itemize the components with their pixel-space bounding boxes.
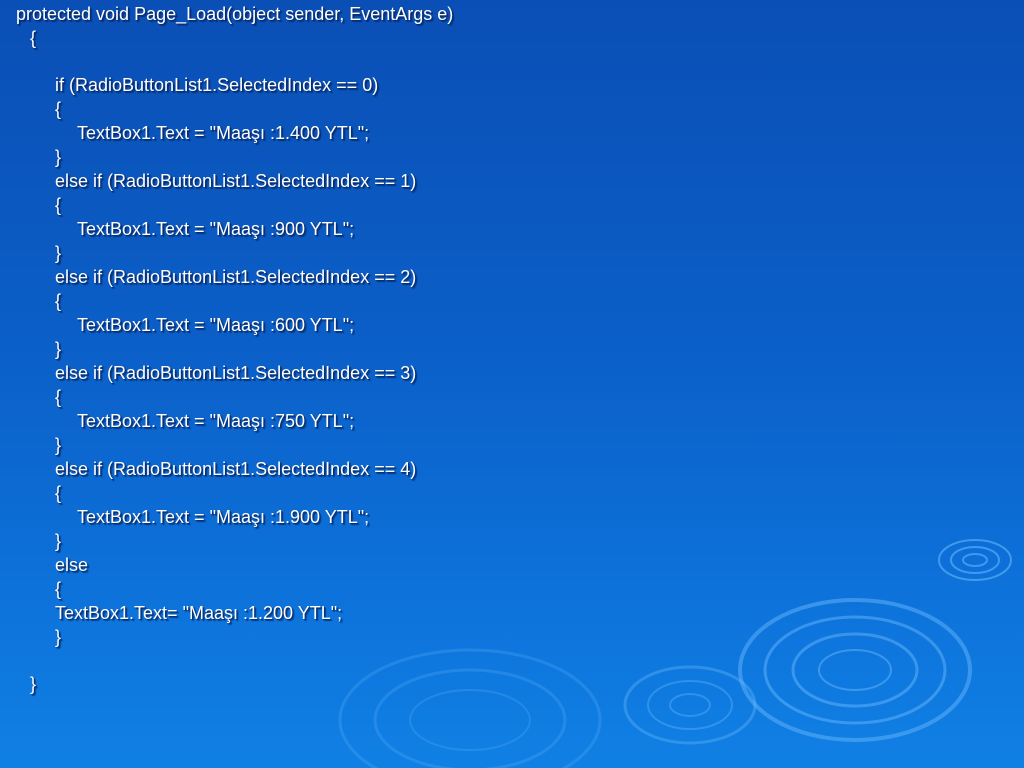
code-line-assign-1: TextBox1.Text = "Maaşı :900 YTL"; (77, 219, 355, 239)
code-line-assign-2: TextBox1.Text = "Maaşı :600 YTL"; (77, 315, 355, 335)
code-line-else-if-2: else if (RadioButtonList1.SelectedIndex … (55, 267, 417, 287)
code-line-brace: { (55, 99, 62, 119)
code-line-brace: } (55, 339, 62, 359)
code-line-brace: { (55, 579, 62, 599)
code-line-assign-default: TextBox1.Text= "Maaşı :1.200 YTL"; (55, 603, 343, 623)
code-line-assign-4: TextBox1.Text = "Maaşı :1.900 YTL"; (77, 507, 370, 527)
code-line-open-brace: { (30, 28, 37, 48)
code-line-brace: { (55, 195, 62, 215)
code-block: protected void Page_Load(object sender, … (0, 0, 1024, 768)
code-line-else-if-1: else if (RadioButtonList1.SelectedIndex … (55, 171, 417, 191)
code-line-brace: } (55, 531, 62, 551)
code-line-brace: } (55, 147, 62, 167)
code-line-brace: { (55, 387, 62, 407)
code-line-brace: } (55, 243, 62, 263)
code-line-else-if-3: else if (RadioButtonList1.SelectedIndex … (55, 363, 417, 383)
code-line-if-0: if (RadioButtonList1.SelectedIndex == 0) (55, 75, 379, 95)
code-line-assign-0: TextBox1.Text = "Maaşı :1.400 YTL"; (77, 123, 370, 143)
code-line-brace: } (55, 435, 62, 455)
slide: protected void Page_Load(object sender, … (0, 0, 1024, 768)
code-line-brace: } (55, 627, 62, 647)
code-line-method-signature: protected void Page_Load(object sender, … (16, 4, 454, 24)
code-line-brace: { (55, 291, 62, 311)
code-line-brace: { (55, 483, 62, 503)
code-line-assign-3: TextBox1.Text = "Maaşı :750 YTL"; (77, 411, 355, 431)
code-line-close-brace: } (30, 674, 37, 694)
code-line-else: else (55, 555, 89, 575)
code-line-else-if-4: else if (RadioButtonList1.SelectedIndex … (55, 459, 417, 479)
